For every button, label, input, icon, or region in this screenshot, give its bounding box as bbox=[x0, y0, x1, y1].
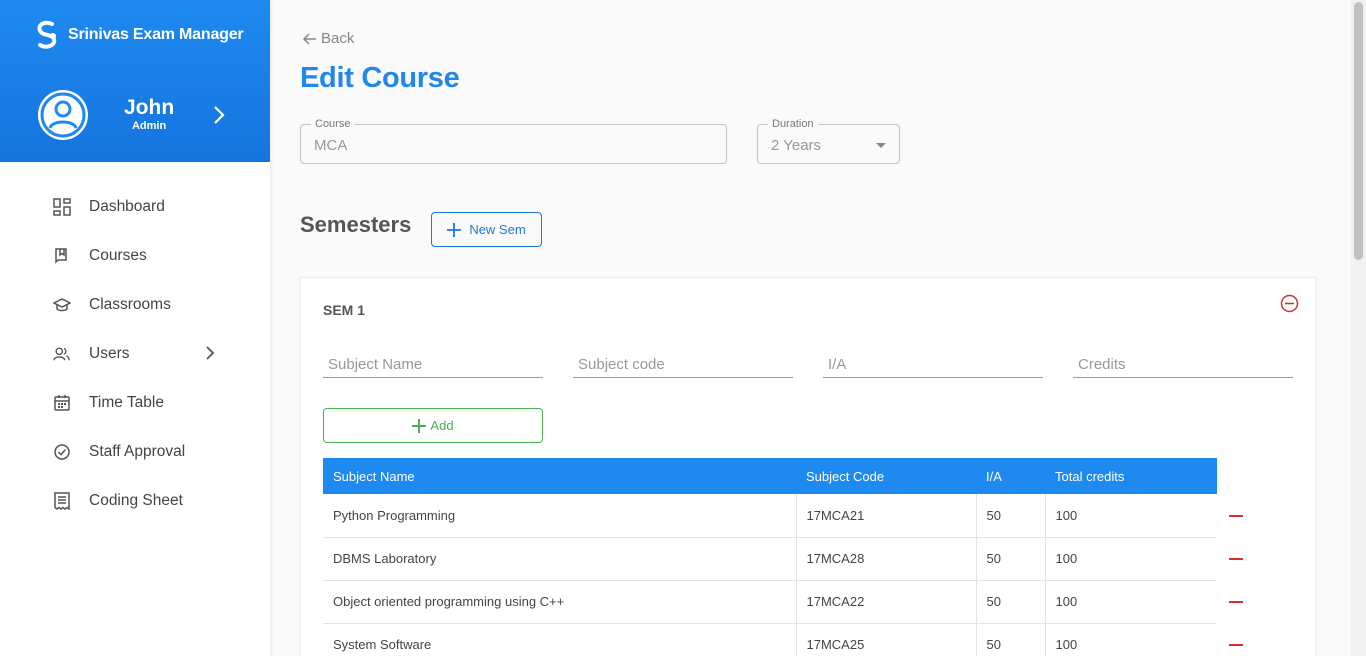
classrooms-icon bbox=[53, 296, 71, 314]
credits-cell: 100 bbox=[1044, 580, 1217, 624]
sidebar-item-label: Courses bbox=[89, 246, 147, 264]
semester-card: SEM 1 Add Subject Name Subject Code I/A … bbox=[300, 277, 1316, 656]
subject-code-input[interactable] bbox=[573, 348, 793, 378]
user-role: Admin bbox=[131, 120, 167, 132]
column-header: Subject Code bbox=[796, 458, 976, 494]
table-row: Python Programming 17MCA21 50 100 bbox=[323, 494, 1217, 538]
sidebar-item-label: Coding Sheet bbox=[89, 491, 183, 509]
check-circle-icon bbox=[53, 443, 71, 461]
subject-code-cell: 17MCA25 bbox=[795, 623, 976, 656]
sidebar-item-label: Time Table bbox=[89, 393, 164, 411]
page-title: Edit Course bbox=[300, 62, 460, 94]
remove-row-icon[interactable] bbox=[1229, 601, 1243, 603]
credits-input[interactable] bbox=[1073, 348, 1293, 378]
sidebar-item-users[interactable]: Users bbox=[0, 329, 270, 378]
table-row: Object oriented programming using C++ 17… bbox=[323, 580, 1217, 624]
subject-code-cell: 17MCA28 bbox=[795, 537, 976, 581]
profile-text: John Admin bbox=[124, 97, 174, 133]
ia-cell: 50 bbox=[975, 580, 1045, 624]
remove-semester-icon[interactable] bbox=[1280, 294, 1299, 313]
plus-icon bbox=[447, 222, 462, 237]
duration-select-value: 2 Years bbox=[771, 137, 822, 154]
chevron-right-icon[interactable] bbox=[204, 345, 216, 361]
sidebar-item-staff-approval[interactable]: Staff Approval bbox=[0, 427, 270, 476]
sidebar-item-coding-sheet[interactable]: Coding Sheet bbox=[0, 476, 270, 525]
sidebar-item-label: Staff Approval bbox=[89, 442, 186, 460]
sidebar-item-time-table[interactable]: Time Table bbox=[0, 378, 270, 427]
user-avatar-icon bbox=[40, 92, 86, 138]
chevron-right-icon[interactable] bbox=[210, 104, 228, 126]
column-header: I/A bbox=[976, 458, 1045, 494]
scrollbar-thumb[interactable] bbox=[1354, 2, 1363, 260]
sidebar: Srinivas Exam Manager John Admin Dashboa… bbox=[0, 0, 270, 656]
subject-name-cell: Python Programming bbox=[323, 494, 796, 538]
course-field-label: Course bbox=[311, 118, 355, 130]
subject-code-cell: 17MCA21 bbox=[795, 494, 976, 538]
course-field-value: MCA bbox=[314, 137, 348, 154]
user-name: John bbox=[124, 96, 175, 119]
ia-cell: 50 bbox=[975, 537, 1045, 581]
remove-row-icon[interactable] bbox=[1229, 515, 1243, 517]
new-sem-button[interactable]: New Sem bbox=[431, 212, 542, 247]
subject-name-cell: Object oriented programming using C++ bbox=[323, 580, 796, 624]
credits-cell: 100 bbox=[1044, 537, 1217, 581]
sidebar-item-courses[interactable]: Courses bbox=[0, 231, 270, 280]
credits-cell: 100 bbox=[1044, 494, 1217, 538]
receipt-icon bbox=[53, 491, 71, 510]
remove-row-icon[interactable] bbox=[1229, 644, 1243, 646]
sidebar-nav: Dashboard Courses Classrooms Users Time … bbox=[0, 162, 270, 525]
dashboard-icon bbox=[53, 197, 71, 216]
back-link[interactable]: Back bbox=[302, 30, 354, 47]
duration-select[interactable]: Duration 2 Years bbox=[757, 118, 900, 164]
table-header-row: Subject Name Subject Code I/A Total cred… bbox=[323, 458, 1217, 494]
semester-title: SEM 1 bbox=[323, 302, 366, 318]
avatar bbox=[38, 90, 88, 140]
new-sem-label: New Sem bbox=[469, 222, 526, 237]
course-field[interactable]: Course MCA bbox=[300, 118, 727, 164]
column-header: Total credits bbox=[1045, 458, 1217, 494]
duration-select-label: Duration bbox=[768, 118, 818, 130]
remove-row-icon[interactable] bbox=[1229, 558, 1243, 560]
arrow-left-icon bbox=[302, 32, 316, 45]
sidebar-item-dashboard[interactable]: Dashboard bbox=[0, 182, 270, 231]
subject-name-cell: DBMS Laboratory bbox=[323, 537, 796, 581]
dropdown-arrow-icon bbox=[876, 143, 886, 148]
calendar-icon bbox=[53, 394, 71, 412]
column-header: Subject Name bbox=[323, 458, 796, 494]
user-profile[interactable]: John Admin bbox=[38, 90, 238, 140]
table-row: DBMS Laboratory 17MCA28 50 100 bbox=[323, 537, 1217, 581]
sidebar-header: Srinivas Exam Manager John Admin bbox=[0, 0, 270, 162]
add-subject-label: Add bbox=[430, 418, 454, 433]
sidebar-item-label: Dashboard bbox=[89, 197, 165, 215]
plus-icon bbox=[412, 418, 427, 433]
sidebar-item-label: Classrooms bbox=[89, 295, 171, 313]
sidebar-item-label: Users bbox=[89, 344, 130, 362]
courses-icon bbox=[53, 247, 71, 265]
back-label: Back bbox=[321, 30, 355, 47]
users-icon bbox=[53, 345, 71, 363]
page-scrollbar[interactable] bbox=[1351, 0, 1366, 656]
brand-name: Srinivas Exam Manager bbox=[68, 26, 244, 43]
ia-cell: 50 bbox=[975, 494, 1045, 538]
subject-code-cell: 17MCA22 bbox=[795, 580, 976, 624]
sidebar-item-classrooms[interactable]: Classrooms bbox=[0, 280, 270, 329]
brand[interactable]: Srinivas Exam Manager bbox=[34, 20, 244, 50]
ia-cell: 50 bbox=[975, 623, 1045, 656]
add-subject-button[interactable]: Add bbox=[323, 408, 543, 443]
ia-input[interactable] bbox=[823, 348, 1043, 378]
credits-cell: 100 bbox=[1044, 623, 1217, 656]
subject-name-input[interactable] bbox=[323, 348, 543, 378]
subject-name-cell: System Software bbox=[323, 623, 796, 656]
brand-logo-icon bbox=[37, 20, 57, 49]
subjects-table: Subject Name Subject Code I/A Total cred… bbox=[323, 458, 1217, 656]
table-row: System Software 17MCA25 50 100 bbox=[323, 623, 1217, 656]
semesters-title: Semesters bbox=[300, 212, 412, 237]
